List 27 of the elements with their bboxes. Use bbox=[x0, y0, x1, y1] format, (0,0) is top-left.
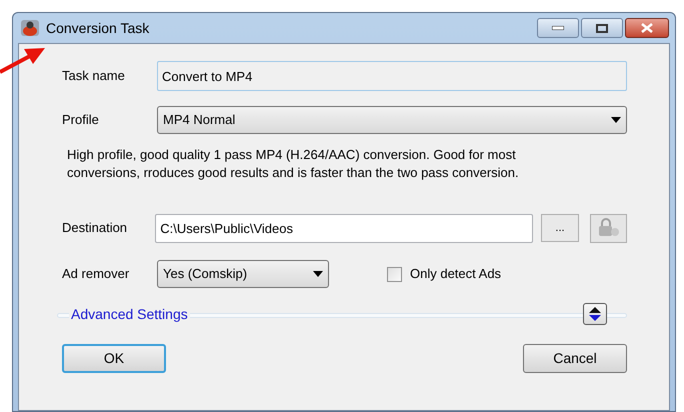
ad-remover-dropdown[interactable]: Yes (Comskip) bbox=[157, 260, 329, 288]
checkbox[interactable] bbox=[387, 266, 402, 282]
minimize-button[interactable] bbox=[537, 18, 579, 38]
field-label: Profile bbox=[62, 111, 100, 130]
expand-collapse-icon bbox=[589, 307, 601, 321]
field-label: Ad remover bbox=[62, 265, 130, 284]
field-label: Destination bbox=[62, 219, 128, 238]
browse-button[interactable]: ... bbox=[541, 214, 579, 242]
dialog-button[interactable]: OK bbox=[62, 344, 166, 373]
maximize-icon bbox=[596, 24, 608, 32]
close-icon bbox=[641, 23, 653, 33]
profile-description: High profile, good quality 1 pass MP4 (H.264/AAC) conversion. Good for most conversions, rroduces good results and is faster than the two pass conversion. bbox=[67, 146, 520, 182]
app-icon bbox=[20, 18, 40, 38]
task-name-field[interactable]: Convert to MP4 bbox=[157, 61, 627, 91]
dropdown-arrow-icon bbox=[313, 271, 323, 277]
destination-field[interactable]: C:\Users\Public\Videos bbox=[155, 214, 534, 242]
lock-icon bbox=[596, 218, 620, 238]
profile-dropdown[interactable]: MP4 Normal bbox=[157, 106, 627, 134]
close-button[interactable] bbox=[625, 18, 669, 38]
checkbox-label: Only detect Ads bbox=[410, 265, 502, 284]
expand-button[interactable] bbox=[583, 303, 607, 325]
minimize-icon bbox=[552, 26, 564, 30]
dropdown-arrow-icon bbox=[611, 117, 621, 123]
maximize-button[interactable] bbox=[581, 18, 623, 38]
field-label: Task name bbox=[62, 67, 126, 86]
dialog-button[interactable]: Cancel bbox=[523, 344, 627, 373]
window-title: Conversion Task bbox=[46, 18, 150, 38]
